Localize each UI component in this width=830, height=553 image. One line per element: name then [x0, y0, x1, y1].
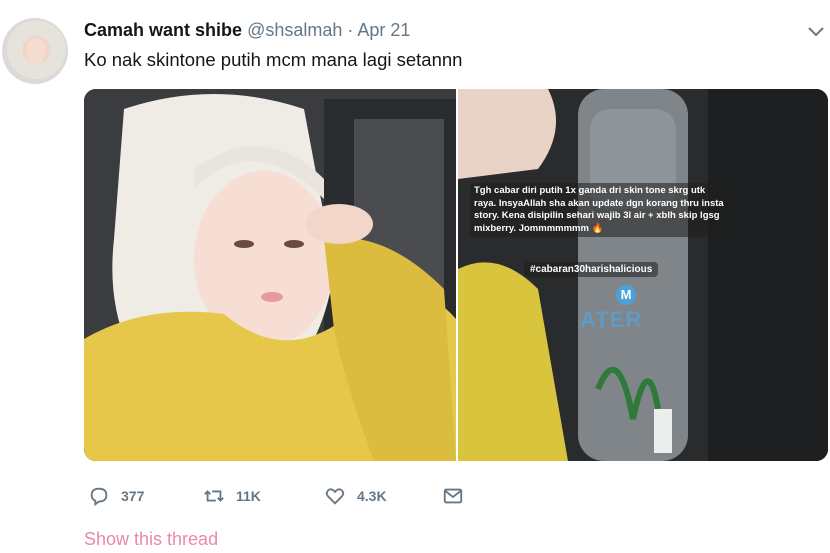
bottle-brand-mark: M [616, 285, 636, 305]
like-icon [325, 488, 345, 505]
tweet-date[interactable]: Apr 21 [357, 20, 410, 40]
message-icon [443, 488, 463, 504]
like-button[interactable]: 4.3K [324, 482, 387, 510]
retweet-icon [204, 490, 224, 502]
chevron-down-icon[interactable] [806, 24, 826, 40]
reply-icon [90, 487, 108, 507]
reply-count: 377 [121, 488, 145, 504]
message-button[interactable] [442, 482, 464, 510]
bottle-label: ATER [580, 307, 643, 332]
selfie-illustration [84, 89, 456, 461]
avatar[interactable] [2, 18, 68, 84]
story-caption: Tgh cabar diri putih 1x ganda dri skin t… [470, 183, 734, 237]
avatar-face [26, 38, 46, 64]
tweet-text: Ko nak skintone putih mcm mana lagi seta… [84, 49, 463, 70]
separator-dot: · [347, 20, 354, 40]
display-name[interactable]: Camah want shibe [84, 20, 242, 40]
retweet-button[interactable]: 11K [203, 482, 261, 510]
tweet-header: Camah want shibe @shsalmah · Apr 21 [84, 20, 410, 41]
show-thread-link[interactable]: Show this thread [84, 529, 218, 550]
tweet-photo-left[interactable] [84, 89, 456, 461]
like-count: 4.3K [357, 488, 387, 504]
retweet-count: 11K [236, 488, 261, 504]
user-handle[interactable]: @shsalmah [247, 20, 342, 40]
story-hashtag: #cabaran30harishalicious [524, 262, 659, 277]
reply-button[interactable]: 377 [88, 482, 144, 510]
